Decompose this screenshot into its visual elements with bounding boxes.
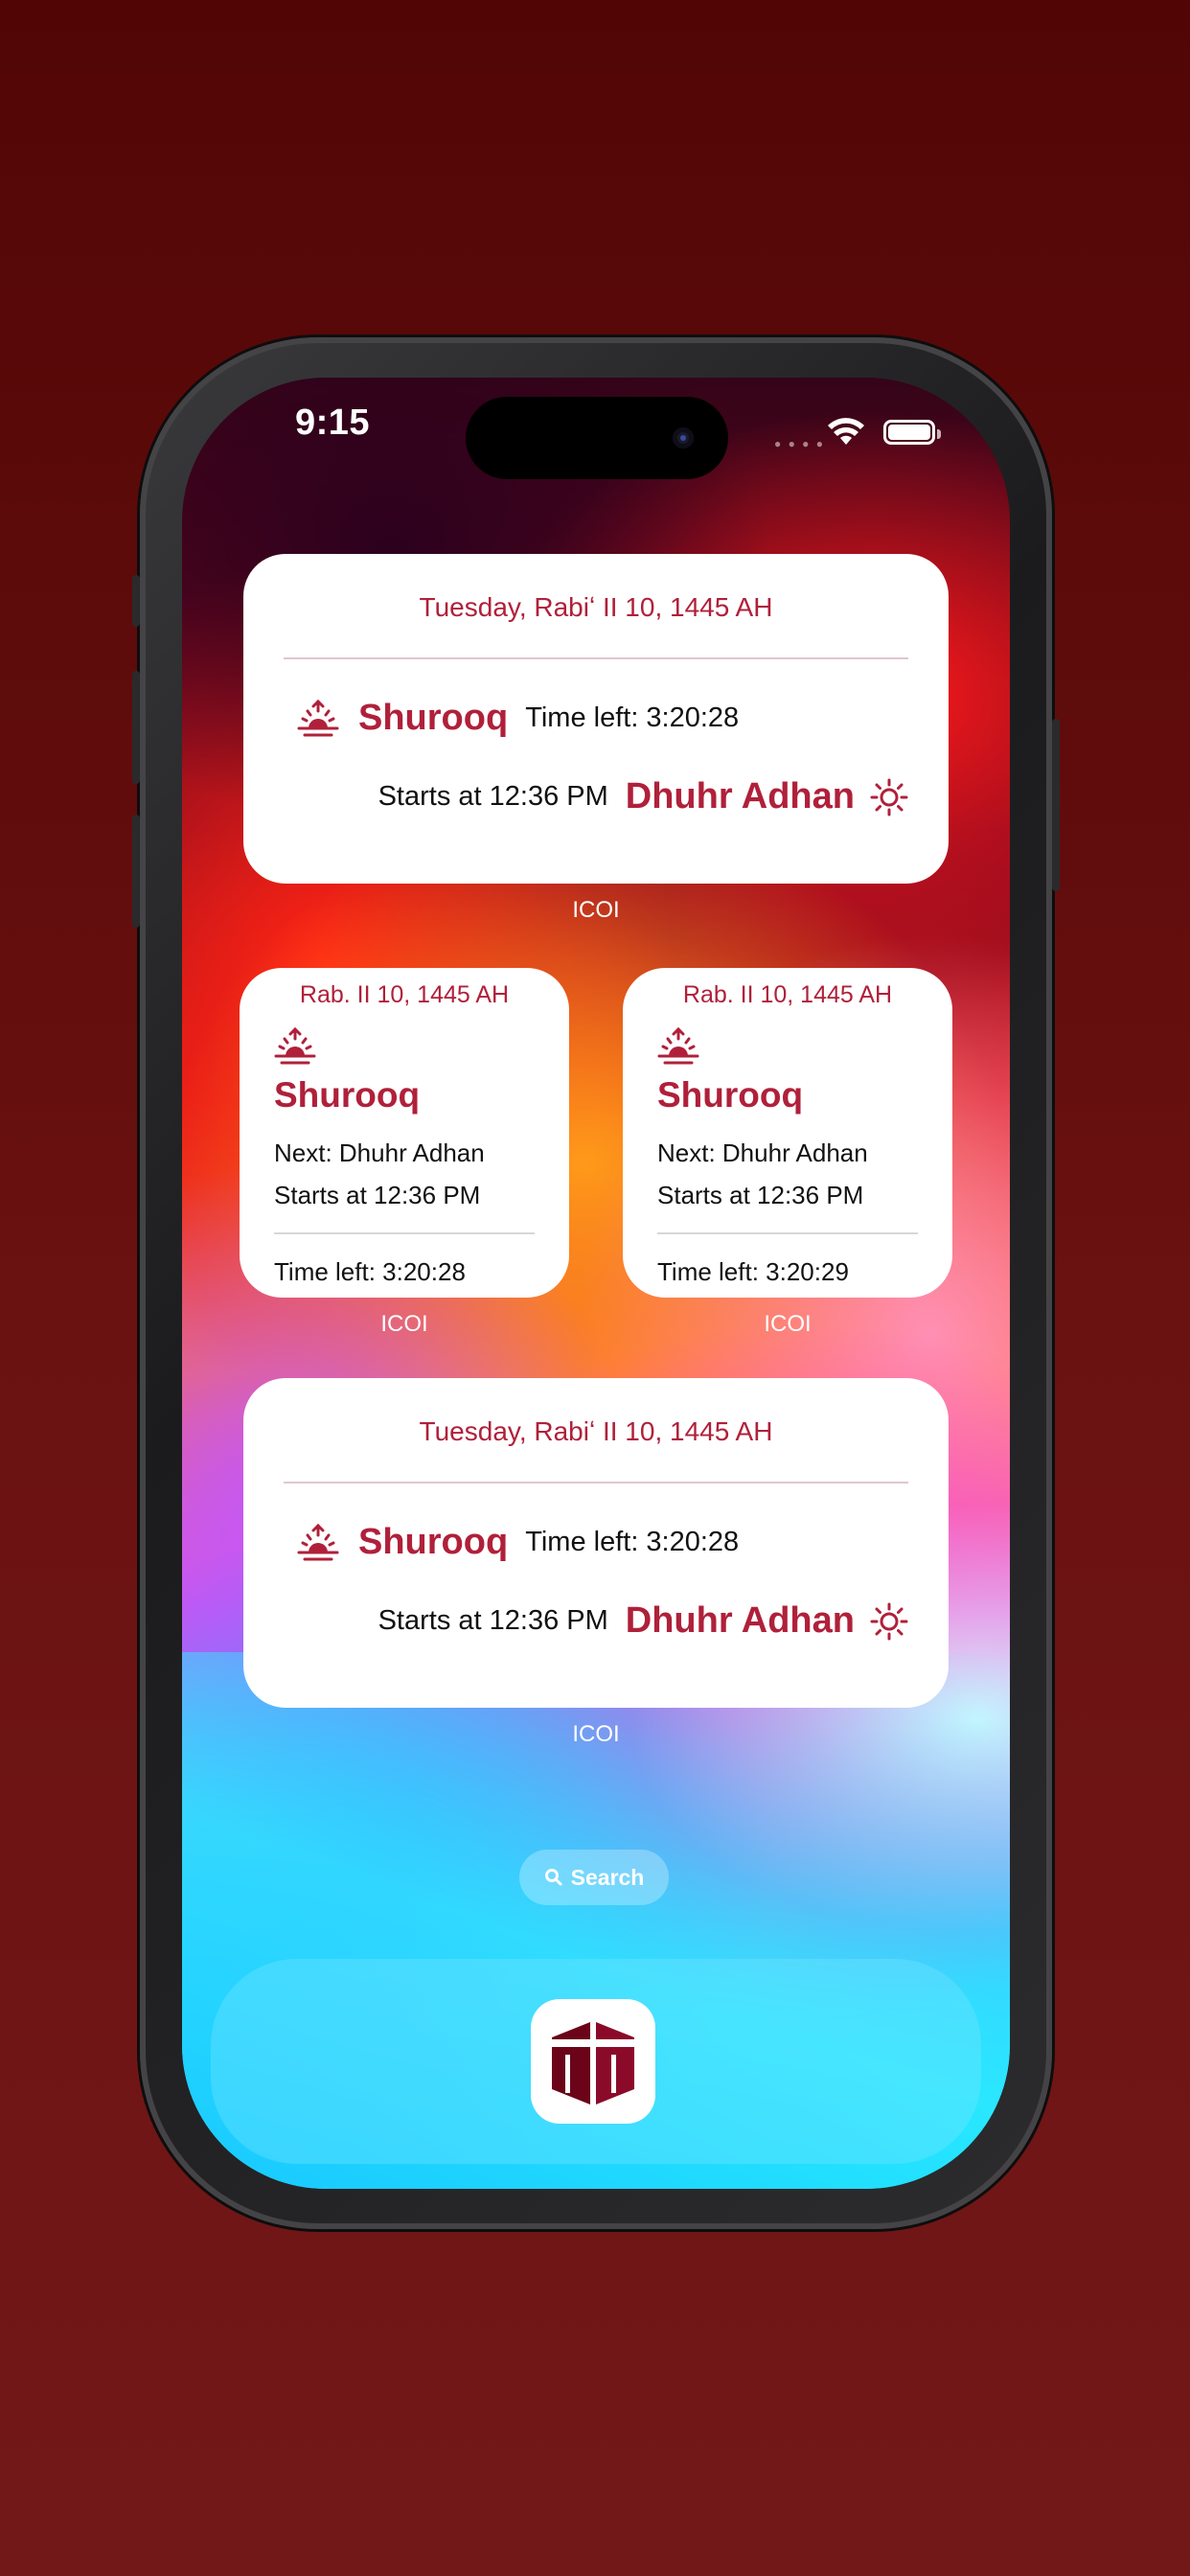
volume-down-button — [132, 815, 140, 928]
next-prayer-start: Starts at 12:36 PM — [657, 1181, 864, 1209]
sunrise-icon — [657, 1027, 699, 1065]
current-prayer-name: Shurooq — [274, 1075, 421, 1115]
kaaba-icon — [552, 2022, 634, 2104]
widget-label: ICOI — [572, 1721, 620, 1747]
time-left: Time left: 3:20:28 — [525, 702, 740, 733]
cellular-signal-icon: ● ● ● ● — [774, 437, 825, 450]
current-prayer-name: Shurooq — [358, 1522, 509, 1562]
next-prayer: Next: Dhuhr Adhan — [274, 1138, 485, 1167]
next-prayer-start: Starts at 12:36 PM — [378, 781, 608, 812]
time-left: Time left: 3:20:29 — [657, 1257, 849, 1286]
iphone-frame: 9:15 ● ● ● ● Tuesday, Rabiʻ II 10, 1445 … — [132, 337, 1060, 2229]
current-prayer-name: Shurooq — [657, 1075, 804, 1115]
wifi-icon — [828, 418, 864, 445]
action-button — [132, 575, 140, 627]
next-prayer-start: Starts at 12:36 PM — [274, 1181, 481, 1209]
search-icon — [544, 1869, 562, 1886]
app-icon-icoi[interactable] — [531, 1999, 655, 2124]
sun-icon — [870, 1602, 908, 1640]
next-prayer-name: Dhuhr Adhan — [625, 1600, 855, 1641]
status-time: 9:15 — [295, 402, 371, 443]
volume-up-button — [132, 671, 140, 784]
sun-icon — [870, 778, 908, 816]
prayer-widget-small-right[interactable]: Rab. II 10, 1445 AH Shurooq Next: Dhuhr … — [623, 968, 952, 1298]
current-prayer-name: Shurooq — [358, 698, 509, 738]
divider — [657, 1232, 918, 1234]
time-left: Time left: 3:20:28 — [525, 1527, 740, 1557]
prayer-widget-small-left[interactable]: Rab. II 10, 1445 AH Shurooq Next: Dhuhr … — [240, 968, 569, 1298]
widget-label: ICOI — [380, 1311, 428, 1337]
front-camera — [673, 427, 694, 448]
divider — [274, 1232, 535, 1234]
battery-icon — [883, 420, 941, 445]
search-button[interactable]: Search — [519, 1850, 669, 1905]
hijri-date: Tuesday, Rabiʻ II 10, 1445 AH — [419, 1416, 773, 1446]
widget-label: ICOI — [764, 1311, 812, 1337]
dynamic-island — [466, 397, 728, 479]
home-screen: 9:15 ● ● ● ● Tuesday, Rabiʻ II 10, 1445 … — [182, 378, 1010, 2189]
next-prayer-start: Starts at 12:36 PM — [378, 1605, 608, 1636]
hijri-date: Tuesday, Rabiʻ II 10, 1445 AH — [419, 592, 773, 622]
divider — [284, 657, 908, 659]
widget-label: ICOI — [572, 897, 620, 923]
prayer-widget-large[interactable]: Tuesday, Rabiʻ II 10, 1445 AH Shurooq Ti… — [243, 1378, 949, 1708]
time-left: Time left: 3:20:28 — [274, 1257, 466, 1286]
next-prayer-name: Dhuhr Adhan — [625, 776, 855, 816]
hijri-date: Rab. II 10, 1445 AH — [682, 981, 893, 1008]
search-label: Search — [570, 1864, 645, 1890]
power-button — [1052, 719, 1060, 891]
hijri-date: Rab. II 10, 1445 AH — [299, 981, 510, 1008]
status-bar: 9:15 ● ● ● ● — [182, 378, 1010, 493]
sunrise-icon — [274, 1027, 316, 1065]
divider — [284, 1482, 908, 1484]
prayer-widget-large[interactable]: Tuesday, Rabiʻ II 10, 1445 AH Shurooq Ti… — [243, 554, 949, 884]
next-prayer: Next: Dhuhr Adhan — [657, 1138, 868, 1167]
sunrise-icon — [297, 699, 339, 736]
sunrise-icon — [297, 1523, 339, 1560]
